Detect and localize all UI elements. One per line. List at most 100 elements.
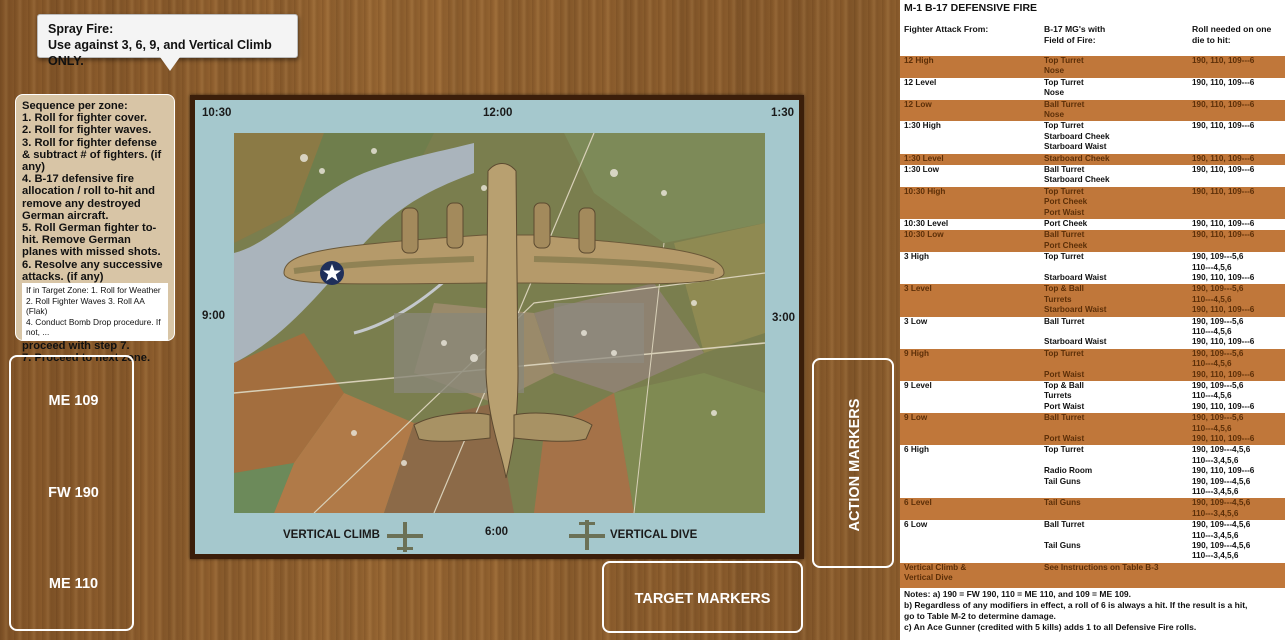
table-cell: 190, 110, 109---6 xyxy=(1192,165,1254,175)
table-cell: 190, 109---5,6 110---4,5,6 190, 110, 109--… xyxy=(1192,381,1254,412)
table-cell-line: 110---4,5,6 xyxy=(1192,391,1232,401)
table-cell-line: 190, 109---5,6 xyxy=(1192,252,1244,262)
table-cell: 190, 110, 109---6 xyxy=(1192,100,1254,110)
clock-1030: 10:30 xyxy=(202,107,232,119)
table-cell-line: 190, 110, 109---6 xyxy=(1192,56,1255,65)
table-cell: 190, 109---5,6 110---4,5,6 190, 110, 109--… xyxy=(1192,252,1254,283)
table-cell-line: Nose xyxy=(1044,110,1065,119)
clock-300: 3:00 xyxy=(772,312,796,324)
table-cell-line: Tail Guns xyxy=(1044,498,1081,508)
table-note: go to Table M-2 to determine damage. xyxy=(904,611,1056,621)
table-note: c) An Ace Gunner (credited with 5 kills)… xyxy=(904,622,1197,632)
table-cell-attack: 6 High xyxy=(904,445,929,455)
header-mgs: B-17 MG's with Field of Fire: xyxy=(1044,24,1105,46)
table-cell-line: 12 Level xyxy=(904,77,937,87)
table-cell-line: 6 Low xyxy=(904,520,928,530)
table-cell: Ball Turret Tail Guns xyxy=(1044,520,1084,562)
fighter-fw190-label[interactable]: FW 190 xyxy=(11,485,136,501)
header-roll-line: die to hit: xyxy=(1192,35,1231,45)
table-cell-line xyxy=(1192,563,1194,573)
table-rule xyxy=(900,580,1285,588)
table-cell-line: 110---3,4,5,6 xyxy=(1192,508,1239,518)
table-cell: 190, 110, 109---6 xyxy=(1192,219,1254,229)
clock-900: 9:00 xyxy=(202,310,226,322)
table-cell-line: 110---3,4,5,6 xyxy=(1192,455,1239,465)
table-cell-attack: 10:30 Low xyxy=(904,230,944,240)
sequence-step: 2. Roll for fighter waves. xyxy=(22,124,152,137)
fighter-me109-label[interactable]: ME 109 xyxy=(11,393,136,409)
table-cell-attack: 6 Low xyxy=(904,520,927,530)
table-note: Notes: a) 190 = FW 190, 110 = ME 110, an… xyxy=(904,589,1132,599)
target-markers-box[interactable]: TARGET MARKERS xyxy=(602,561,803,633)
table-cell-line: 1:30 Low xyxy=(904,165,940,174)
action-markers-box[interactable]: ACTION MARKERS xyxy=(812,358,894,568)
table-cell-attack: 3 Low xyxy=(904,317,927,327)
table-cell-line: Top Turret xyxy=(1044,252,1084,262)
table-cell-attack: 3 Level xyxy=(904,284,932,294)
table-cell-line: Vertical Climb & xyxy=(904,562,967,572)
table-cell-line: Top Turret xyxy=(1044,56,1084,65)
table-cell-line: Top Turret xyxy=(1044,121,1084,131)
table-cell: 190, 109---5,6 110---4,5,6 190, 110, 109--… xyxy=(1192,349,1254,380)
table-cell: 190, 109---4,5,6 110---3,4,5,6 xyxy=(1192,498,1250,519)
fighter-me110-label[interactable]: ME 110 xyxy=(11,576,136,592)
table-cell: Top Turret Nose xyxy=(1044,78,1084,99)
table-cell-line: Ball Turret xyxy=(1044,99,1085,109)
table-cell-line xyxy=(1044,487,1092,497)
table-cell-line: 6 High xyxy=(904,445,930,455)
clock-1200: 12:00 xyxy=(483,107,513,119)
table-row: 3 Low Ball Turret Starboard Waist 190, 109… xyxy=(900,316,1285,349)
table-cell-line: See Instructions on Table B-3 xyxy=(1044,562,1159,572)
header-mgs-line: Field of Fire: xyxy=(1044,35,1096,45)
game-board[interactable]: 10:30 12:00 1:30 9:00 3:00 6:00 VERTICAL… xyxy=(190,95,804,559)
table-cell-line: Ball Turret xyxy=(1044,316,1085,326)
table-cell-line: Ball Turret xyxy=(1044,165,1085,174)
table-row: 12 Level Top Turret Nose 190, 110, 109---6 xyxy=(900,77,1285,100)
target-zone-line: 4. Conduct Bomb Drop procedure. If not, … xyxy=(26,316,161,338)
table-row: 9 High Top Turret Port Waist 190, 109---5,… xyxy=(900,348,1285,381)
table-row: 10:30 Low Ball Turret Port Cheek 190, 110, … xyxy=(900,230,1285,253)
table-cell-line: Port Cheek xyxy=(1044,219,1088,228)
table-cell: Top Turret Starboard Cheek Starboard Waist xyxy=(1044,121,1110,152)
table-row: 1:30 Low Ball Turret Starboard Cheek 190, 1… xyxy=(900,165,1285,187)
table-cell-line: Starboard Waist xyxy=(1044,337,1107,347)
table-row: 3 High Top Turret Starboard Waist 190, 109… xyxy=(900,252,1285,285)
table-cell-line: Port Cheek xyxy=(1044,240,1088,250)
header-roll: Roll needed on one die to hit: xyxy=(1192,24,1271,46)
spray-fire-callout: Spray Fire: Use against 3, 6, 9, and Ver… xyxy=(37,14,298,68)
table-cell: 190, 110, 109---6 xyxy=(1192,56,1254,66)
table-cell-line xyxy=(1044,359,1084,369)
sequence-step: proceed with step 7. xyxy=(22,339,130,352)
table-cell: Top & Ball Turrets Port Waist xyxy=(1044,381,1084,412)
table-cell-line: 110---3,4,5,6 xyxy=(1192,487,1239,497)
table-cell-line: 190, 110, 109---6 xyxy=(1192,219,1255,228)
table-cell-line: 190, 109---5,6 xyxy=(1192,381,1244,390)
fighter-card-box[interactable]: ME 109 FW 190 ME 110 xyxy=(9,355,134,631)
table-cell-attack: 9 Low xyxy=(904,413,927,423)
table-row: 3 Level Top & Ball Turrets Starboard Waist 1… xyxy=(900,284,1285,317)
table-cell-line: Top Turret xyxy=(1044,186,1084,196)
table-cell-line xyxy=(1044,424,1084,434)
table-row: 6 High Top Turret Radio Room Tail Guns 190… xyxy=(900,445,1285,499)
table-cell-attack: 9 High xyxy=(904,349,929,359)
table-cell-line: Nose xyxy=(1044,88,1065,98)
table-cell-line: Port Waist xyxy=(1044,434,1085,443)
table-cell-line: Turrets xyxy=(1044,294,1072,304)
table-cell: Ball Turret Port Waist xyxy=(1044,413,1084,444)
table-cell-line: 190, 109---5,6 xyxy=(1192,348,1244,358)
table-row: 1:30 Level Starboard Cheek 190, 110, 109--… xyxy=(900,153,1285,165)
table-cell-line: Starboard Cheek xyxy=(1044,153,1110,163)
vertical-climb-label: VERTICAL CLIMB xyxy=(283,529,380,541)
table-cell: Top & Ball Turrets Starboard Waist xyxy=(1044,284,1106,315)
table-cell-line: Starboard Cheek xyxy=(1044,131,1110,141)
target-zone-line: 2. Roll Fighter Waves 3. Roll AA (Flak) xyxy=(26,295,145,317)
table-cell-line: 3 High xyxy=(904,252,930,262)
table-cell: 190, 109---5,6 110---4,5,6 190, 110, 109--… xyxy=(1192,284,1254,315)
table-cell-line: 110---3,4,5,6 xyxy=(1192,551,1239,561)
table-row: 6 Level Tail Guns 190, 109---4,5,6 110---3,… xyxy=(900,498,1285,521)
fighter-climb-icon xyxy=(387,522,423,552)
sequence-step: 1. Roll for fighter cover. xyxy=(22,112,147,125)
table-cell-line: 9 Low xyxy=(904,413,928,423)
table-cell-line: Top & Ball xyxy=(1044,381,1084,390)
table-cell-line: 190, 110, 109---6 xyxy=(1192,434,1255,443)
